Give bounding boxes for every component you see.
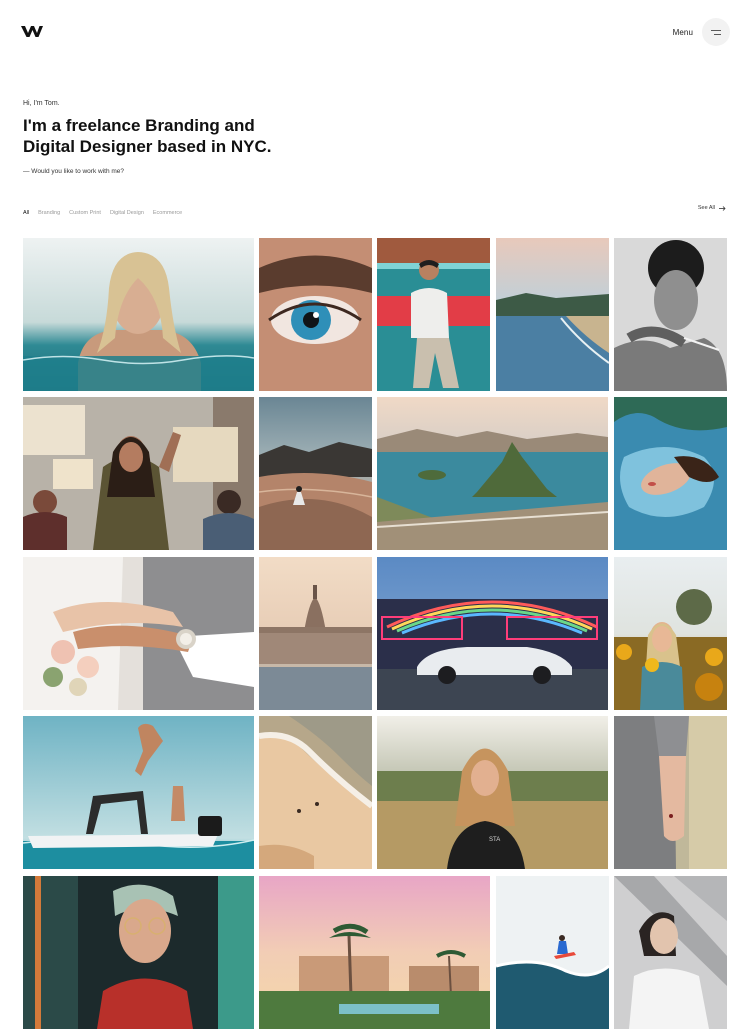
headline-line-2: Digital Designer based in NYC. (23, 137, 272, 156)
see-all-label: See All (697, 205, 715, 211)
photo-woman-floating-water (614, 397, 727, 550)
filter-ecommerce[interactable]: Ecommerce (153, 210, 182, 216)
portfolio-item-woman-sunflowers[interactable] (614, 557, 727, 710)
headline-line-1: I'm a freelance Branding and (23, 116, 255, 135)
photo-parliament-building (259, 557, 372, 710)
greeting-text: Hi, I'm Tom. (23, 100, 60, 107)
shirt-print: STA (489, 837, 500, 843)
portfolio-item-curly-man-bw[interactable] (614, 238, 727, 391)
photo-beach-aerial (259, 716, 372, 869)
portfolio-item-beach-coast[interactable] (496, 238, 609, 391)
portfolio-item-blue-eye[interactable] (259, 238, 372, 391)
portfolio-item-parliament-building[interactable] (259, 557, 372, 710)
photo-surfer-wave (496, 876, 609, 1029)
photo-woman-sunflowers (614, 557, 727, 710)
portfolio-item-rio-aerial[interactable] (377, 397, 608, 550)
portfolio-item-woman-in-water[interactable] (23, 238, 254, 391)
photo-curly-man-bw (614, 238, 727, 391)
portfolio-item-woman-shadow[interactable] (614, 876, 727, 1029)
portfolio-item-protest-women[interactable] (23, 397, 254, 550)
filter-branding[interactable]: Branding (38, 210, 60, 216)
photo-boat-jump (23, 716, 254, 869)
category-filters: All Branding Custom Print Digital Design… (23, 210, 182, 216)
photo-desert-dunes (259, 397, 372, 550)
filter-all[interactable]: All (23, 210, 29, 216)
photo-blue-eye (259, 238, 372, 391)
portfolio-item-man-teal-wall[interactable] (377, 238, 490, 391)
photo-protest-women (23, 397, 254, 550)
arrow-right-icon (719, 205, 726, 211)
portfolio-item-boat-jump[interactable] (23, 716, 254, 869)
portfolio-item-woman-glasses-neon[interactable] (23, 876, 254, 1029)
page-title: I'm a freelance Branding and Digital Des… (23, 115, 423, 157)
photo-woman-glasses-neon (23, 876, 254, 1029)
hamburger-icon (711, 29, 721, 35)
photo-woman-in-water (23, 238, 254, 391)
portfolio-item-surfer-wave[interactable] (496, 876, 609, 1029)
photo-hand-dress (614, 716, 727, 869)
hero-section: Hi, I'm Tom. I'm a freelance Branding an… (23, 100, 423, 175)
portfolio-item-woman-floating-water[interactable] (614, 397, 727, 550)
photo-rio-aerial (377, 397, 608, 550)
portfolio-item-desert-dunes[interactable] (259, 397, 372, 550)
w-logo-icon[interactable] (21, 26, 43, 37)
photo-car-neon-sign (377, 557, 608, 710)
photo-woman-shadow (614, 876, 727, 1029)
menu-label[interactable]: Menu (673, 28, 693, 37)
photo-wedding-hands (23, 557, 254, 710)
see-all-link[interactable]: See All (698, 205, 726, 211)
portfolio-item-palm-resort[interactable] (259, 876, 490, 1029)
menu-button[interactable] (702, 18, 730, 46)
portfolio-item-woman-wheat-field[interactable]: STA (377, 716, 608, 869)
portfolio-item-hand-dress[interactable] (614, 716, 727, 869)
portfolio-item-beach-aerial[interactable] (259, 716, 372, 869)
menu-toggle[interactable]: Menu (673, 18, 730, 46)
filter-custom-print[interactable]: Custom Print (69, 210, 101, 216)
portfolio-item-wedding-hands[interactable] (23, 557, 254, 710)
filter-digital-design[interactable]: Digital Design (110, 210, 144, 216)
photo-woman-wheat-field: STA (377, 716, 608, 869)
photo-beach-coast (496, 238, 609, 391)
photo-palm-resort (259, 876, 490, 1029)
portfolio-item-car-neon-sign[interactable] (377, 557, 608, 710)
photo-man-teal-wall (377, 238, 490, 391)
work-with-me-link[interactable]: — Would you like to work with me? (23, 168, 423, 175)
